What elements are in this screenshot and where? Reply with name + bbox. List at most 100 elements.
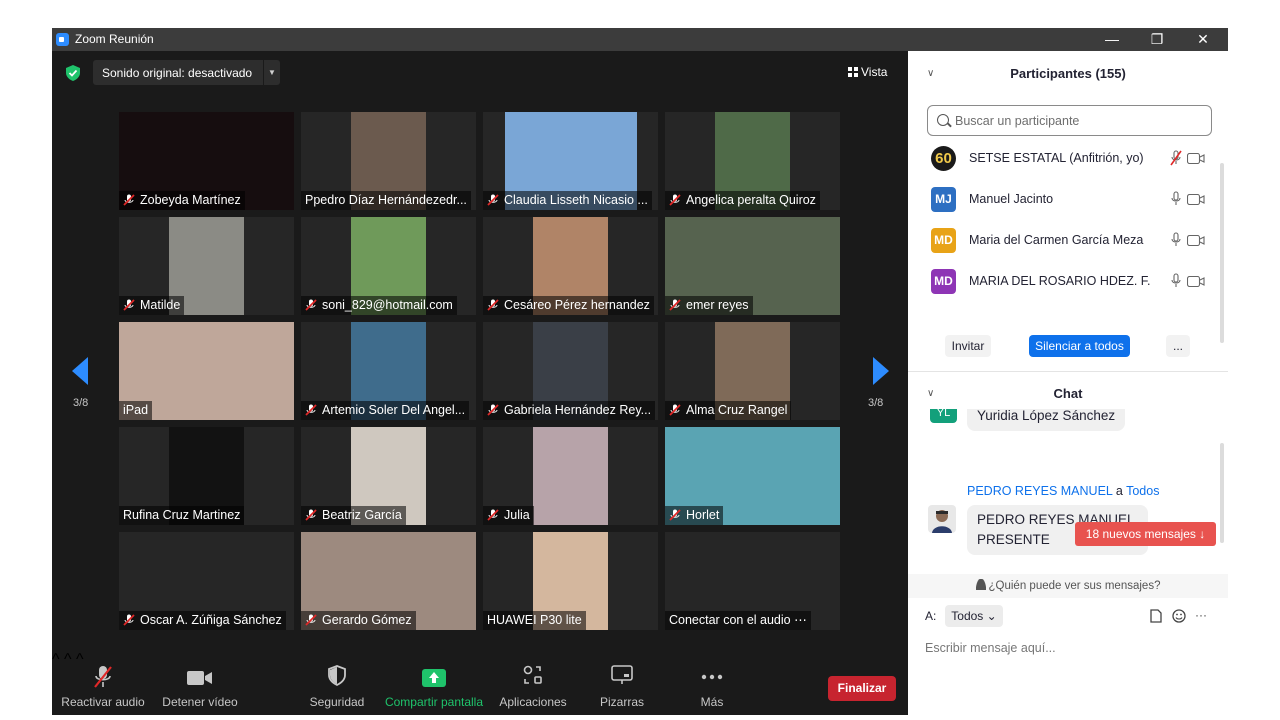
end-meeting-button[interactable]: Finalizar	[828, 676, 896, 701]
close-button[interactable]: ✕	[1188, 30, 1218, 48]
participant-name-label: Angelica peralta Quiroz	[665, 191, 820, 210]
original-sound-toggle[interactable]: Sonido original: desactivado ▼	[93, 60, 280, 85]
security-button[interactable]: Seguridad	[302, 651, 372, 715]
video-gallery: Sonido original: desactivado ▼ Vista 3/8…	[52, 51, 908, 715]
video-tile[interactable]: Alma Cruz Rangel	[665, 322, 840, 420]
muted-microphone-icon	[123, 299, 135, 311]
share-screen-button[interactable]: Compartir pantalla	[382, 651, 486, 715]
participant-row[interactable]: MD Maria del Carmen García Meza	[928, 226, 1208, 256]
chat-message-input[interactable]: Escribir mensaje aquí...	[925, 641, 1056, 655]
microphone-icon[interactable]	[1170, 191, 1182, 207]
new-messages-button[interactable]: 18 nuevos mensajes ↓	[1075, 522, 1216, 546]
stop-video-button[interactable]: Detener vídeo	[157, 651, 243, 715]
participants-scrollbar[interactable]	[1220, 163, 1224, 343]
participant-name-text: HUAWEI P30 lite	[487, 613, 582, 627]
video-tile[interactable]: Horlet	[665, 427, 840, 525]
recipient-name[interactable]: Todos	[1126, 484, 1159, 498]
video-tile[interactable]: Oscar A. Zúñiga Sánchez	[119, 532, 294, 630]
participant-name-text: Gerardo Gómez	[322, 613, 412, 627]
muted-microphone-icon	[669, 509, 681, 521]
video-tile[interactable]: Gabriela Hernández Rey...	[483, 322, 658, 420]
muted-microphone-icon[interactable]	[1170, 150, 1182, 166]
view-button[interactable]: Vista	[848, 65, 887, 79]
video-tile[interactable]: Julia	[483, 427, 658, 525]
video-tile[interactable]: Ppedro Díaz Hernándezedr...	[301, 112, 476, 210]
participant-row[interactable]: MJ Manuel Jacinto	[928, 185, 1208, 215]
participant-name-text: iPad	[123, 403, 149, 417]
side-panel: ∨ Participantes (155) Buscar un particip…	[908, 51, 1228, 692]
video-tile[interactable]: Cesáreo Pérez hernandez	[483, 217, 658, 315]
participant-name-text: Cesáreo Pérez hernandez	[504, 298, 650, 312]
participant-name-text: Gabriela Hernández Rey...	[504, 403, 652, 417]
recipient-dropdown[interactable]: Todos ⌄	[945, 605, 1003, 627]
participant-name-label: Artemio Soler Del Angel...	[301, 401, 470, 420]
participant-row[interactable]: MD MARIA DEL ROSARIO HDEZ. F.	[928, 267, 1208, 297]
chevron-down-icon[interactable]: ▼	[263, 60, 280, 85]
muted-microphone-icon	[305, 299, 317, 311]
file-icon[interactable]	[1150, 609, 1162, 623]
participant-search-placeholder: Buscar un participante	[955, 114, 1080, 128]
microphone-icon[interactable]	[1170, 232, 1182, 248]
security-shield-icon[interactable]	[66, 65, 80, 81]
video-tile[interactable]: soni_829@hotmail.com	[301, 217, 476, 315]
microphone-icon[interactable]	[1170, 273, 1182, 289]
window-title: Zoom Reunión	[75, 32, 154, 46]
more-label: Más	[700, 695, 724, 709]
participant-name-text: Artemio Soler Del Angel...	[322, 403, 466, 417]
previous-page-arrow-icon[interactable]	[72, 357, 88, 385]
participant-name-label: Julia	[483, 506, 534, 525]
participant-name-text: Claudia Lisseth Nicasio ...	[504, 193, 648, 207]
chat-more-icon[interactable]: ···	[1195, 608, 1207, 622]
whiteboards-button[interactable]: Pizarras	[587, 651, 657, 715]
video-tile[interactable]: Rufina Cruz Martinez	[119, 427, 294, 525]
minimize-button[interactable]: —	[1097, 30, 1127, 48]
next-page-arrow-icon[interactable]	[873, 357, 889, 385]
security-label: Seguridad	[309, 695, 365, 709]
video-camera-icon[interactable]	[1187, 153, 1205, 164]
grid-view-icon	[848, 67, 858, 77]
video-tile[interactable]: Claudia Lisseth Nicasio ...	[483, 112, 658, 210]
video-tile[interactable]: HUAWEI P30 lite	[483, 532, 658, 630]
unmute-button[interactable]: Reactivar audio	[57, 651, 149, 715]
muted-microphone-icon	[123, 194, 135, 206]
video-tile[interactable]: Conectar con el audio ⋯	[665, 532, 840, 630]
emoji-icon[interactable]	[1172, 609, 1186, 623]
sender-name[interactable]: PEDRO REYES MANUEL	[967, 484, 1112, 498]
participants-more-button[interactable]: ...	[1166, 335, 1190, 357]
video-tile[interactable]: Zobeyda Martínez	[119, 112, 294, 210]
video-tile[interactable]: emer reyes	[665, 217, 840, 315]
participant-name-label: Claudia Lisseth Nicasio ...	[483, 191, 652, 210]
video-camera-icon[interactable]	[1187, 194, 1205, 205]
participant-name-text: Matilde	[140, 298, 181, 312]
chat-scrollbar[interactable]	[1220, 443, 1224, 543]
video-tile[interactable]: Artemio Soler Del Angel...	[301, 322, 476, 420]
more-button[interactable]: Más	[677, 651, 747, 715]
who-can-see-messages-link[interactable]: ¿Quién puede ver sus mensajes?	[908, 574, 1228, 598]
participant-name-text: Angelica peralta Quiroz	[686, 193, 816, 207]
mute-all-button[interactable]: Silenciar a todos	[1029, 335, 1130, 357]
participant-avatar: MD	[931, 228, 956, 253]
invite-button[interactable]: Invitar	[945, 335, 991, 357]
video-camera-icon[interactable]	[1187, 235, 1205, 246]
participant-row[interactable]: 60 SETSE ESTATAL (Anfitrión, yo)	[928, 144, 1208, 174]
muted-microphone-icon	[487, 509, 499, 521]
participant-name-label: Cesáreo Pérez hernandez	[483, 296, 654, 315]
person-icon	[975, 579, 986, 590]
video-tile[interactable]: Matilde	[119, 217, 294, 315]
video-tile[interactable]: Gerardo Gómez	[301, 532, 476, 630]
chat-title: Chat	[1053, 386, 1083, 401]
participant-name-text: emer reyes	[686, 298, 749, 312]
participant-search-input[interactable]: Buscar un participante	[927, 105, 1212, 136]
video-tile[interactable]: Angelica peralta Quiroz	[665, 112, 840, 210]
video-camera-icon[interactable]	[1187, 276, 1205, 287]
muted-microphone-icon	[669, 194, 681, 206]
apps-button[interactable]: Aplicaciones	[493, 651, 573, 715]
page-indicator-right: 3/8	[868, 397, 884, 409]
video-tile[interactable]: Beatriz García	[301, 427, 476, 525]
video-camera-icon	[187, 671, 212, 685]
participant-name-label: HUAWEI P30 lite	[483, 611, 586, 630]
title-bar: Zoom Reunión — ❐ ✕	[52, 28, 1228, 51]
zoom-logo-icon	[56, 33, 69, 46]
restore-button[interactable]: ❐	[1142, 30, 1172, 48]
video-tile[interactable]: iPad	[119, 322, 294, 420]
